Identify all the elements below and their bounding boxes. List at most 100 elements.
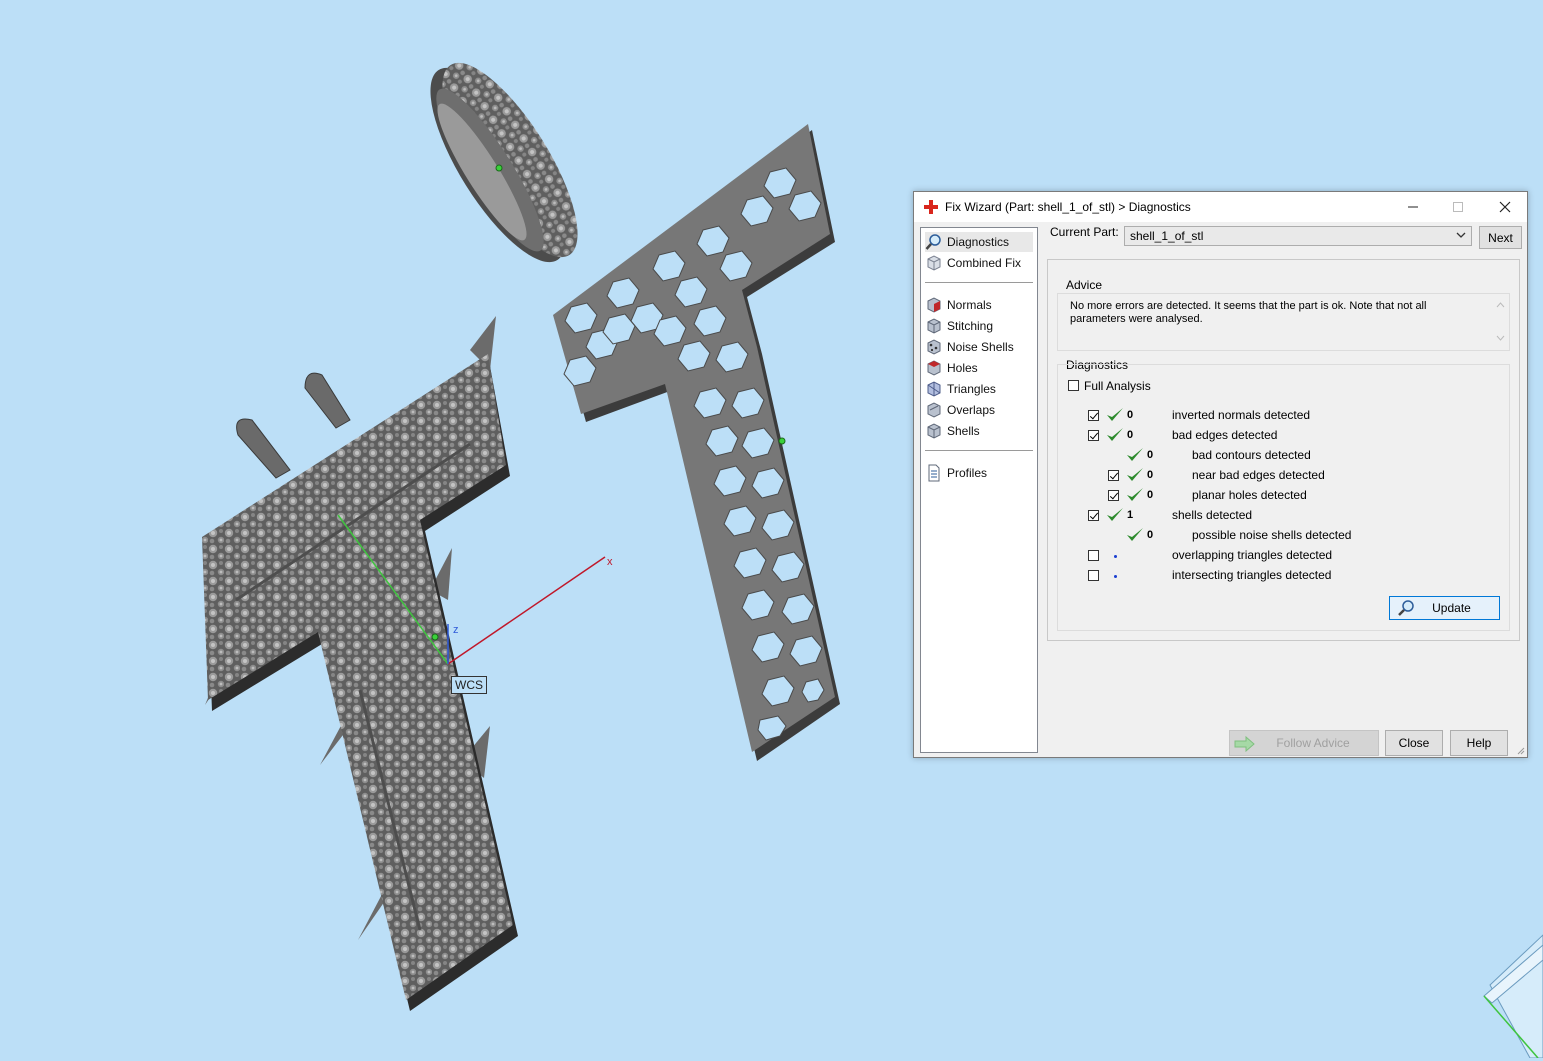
nav-item-label: Shells xyxy=(947,424,980,438)
beaded-part[interactable] xyxy=(202,316,518,1011)
x-axis-label: x xyxy=(607,556,613,568)
diag-checkbox-overlapping-triangles[interactable] xyxy=(1088,550,1099,561)
help-button[interactable]: Help xyxy=(1450,730,1508,756)
follow-advice-label: Follow Advice xyxy=(1276,736,1350,750)
current-part-value: shell_1_of_stl xyxy=(1130,229,1204,243)
follow-advice-button[interactable]: Follow Advice xyxy=(1229,730,1379,756)
green-check-icon xyxy=(1107,428,1123,441)
diag-checkbox-bad-edges[interactable] xyxy=(1088,430,1099,441)
diag-checkbox-near-bad-edges[interactable] xyxy=(1108,470,1119,481)
diag-count: 0 xyxy=(1147,449,1154,461)
diag-label: bad contours detected xyxy=(1192,448,1311,462)
nav-item-holes[interactable]: Holes xyxy=(925,358,1033,378)
nav-item-label: Triangles xyxy=(947,382,996,396)
nav-item-label: Combined Fix xyxy=(947,256,1022,270)
stitching-cube-icon xyxy=(927,318,941,334)
diag-checkbox-intersecting-triangles[interactable] xyxy=(1088,570,1099,581)
diag-checkbox-shells[interactable] xyxy=(1088,510,1099,521)
maximize-icon xyxy=(1452,202,1463,212)
diag-label: intersecting triangles detected xyxy=(1172,568,1332,582)
coordinate-system-label[interactable]: WCS xyxy=(451,676,487,694)
diag-label: shells detected xyxy=(1172,508,1253,522)
resize-grip-icon[interactable] xyxy=(1515,745,1525,755)
shells-cube-icon xyxy=(927,423,941,439)
close-window-button[interactable] xyxy=(1482,192,1527,222)
diag-count: 1 xyxy=(1127,509,1134,521)
green-check-icon xyxy=(1107,408,1123,421)
green-check-icon xyxy=(1127,528,1143,541)
close-icon xyxy=(1499,201,1510,213)
update-label: Update xyxy=(1432,601,1471,615)
diag-checkbox-inverted-normals[interactable] xyxy=(1088,410,1099,421)
minimize-button[interactable] xyxy=(1390,192,1435,222)
nav-separator xyxy=(925,282,1033,283)
green-arrow-icon xyxy=(1234,736,1255,752)
triangles-cube-icon xyxy=(927,381,941,397)
nav-item-profiles[interactable]: Profiles xyxy=(925,463,1033,483)
minimize-icon xyxy=(1407,206,1418,208)
nav-item-diagnostics[interactable]: Diagnostics xyxy=(925,232,1033,252)
green-check-icon xyxy=(1127,488,1143,501)
red-cross-icon xyxy=(923,199,939,215)
not-analysed-dot-icon xyxy=(1114,555,1117,558)
current-part-label: Current Part: xyxy=(1050,225,1119,239)
nav-item-normals[interactable]: Normals xyxy=(925,295,1033,315)
advice-scrollbar[interactable] xyxy=(1492,294,1509,350)
advice-group-title: Advice xyxy=(1066,278,1103,292)
full-analysis-checkbox[interactable] xyxy=(1068,380,1079,391)
nav-item-label: Profiles xyxy=(947,466,988,480)
corner-object[interactable] xyxy=(1483,934,1543,1059)
diag-count: 0 xyxy=(1127,409,1134,421)
nav-item-label: Noise Shells xyxy=(947,340,1014,354)
nav-item-noise-shells[interactable]: Noise Shells xyxy=(925,337,1033,357)
cube-icon xyxy=(927,255,941,271)
nav-item-label: Overlaps xyxy=(947,403,996,417)
fix-wizard-dialog: Fix Wizard (Part: shell_1_of_stl) > Diag… xyxy=(913,191,1528,758)
diag-label: inverted normals detected xyxy=(1172,408,1311,422)
diag-label: overlapping triangles detected xyxy=(1172,548,1333,562)
diag-count: 0 xyxy=(1147,469,1154,481)
document-icon xyxy=(928,464,940,482)
noise-shells-icon xyxy=(927,339,941,355)
nav-item-overlaps[interactable]: Overlaps xyxy=(925,400,1033,420)
nav-item-combined-fix[interactable]: Combined Fix xyxy=(925,253,1033,273)
nav-item-triangles[interactable]: Triangles xyxy=(925,379,1033,399)
full-analysis-label: Full Analysis xyxy=(1084,379,1151,393)
current-part-dropdown[interactable]: shell_1_of_stl xyxy=(1124,226,1472,246)
update-button[interactable]: Update xyxy=(1389,596,1500,620)
nav-item-label: Holes xyxy=(947,361,978,375)
wizard-nav-list: Diagnostics Combined Fix Normals Stitchi… xyxy=(920,227,1038,753)
normals-cube-icon xyxy=(927,297,941,313)
close-button[interactable]: Close xyxy=(1385,730,1443,756)
holes-cube-icon xyxy=(927,360,941,376)
diag-count: 0 xyxy=(1147,489,1154,501)
magnifier-icon xyxy=(925,234,941,250)
advice-box: No more errors are detected. It seems th… xyxy=(1057,293,1510,351)
overlaps-cube-icon xyxy=(927,402,941,418)
not-analysed-dot-icon xyxy=(1114,575,1117,578)
diag-count: 0 xyxy=(1127,429,1134,441)
diag-checkbox-planar-holes[interactable] xyxy=(1108,490,1119,501)
title-bar[interactable]: Fix Wizard (Part: shell_1_of_stl) > Diag… xyxy=(914,192,1527,222)
z-axis-label: z xyxy=(453,624,459,636)
next-button[interactable]: Next xyxy=(1479,226,1522,249)
nav-separator xyxy=(925,450,1033,451)
diag-label: near bad edges detected xyxy=(1192,468,1325,482)
diag-count: 0 xyxy=(1147,529,1154,541)
maximize-button[interactable] xyxy=(1435,192,1480,222)
ring-part[interactable] xyxy=(406,45,601,280)
dialog-title: Fix Wizard (Part: shell_1_of_stl) > Diag… xyxy=(945,200,1191,214)
magnifier-icon xyxy=(1398,600,1414,616)
scroll-arrows-icon xyxy=(1496,302,1505,341)
diag-label: possible noise shells detected xyxy=(1192,528,1352,542)
nav-item-label: Diagnostics xyxy=(947,235,1010,249)
diag-label: bad edges detected xyxy=(1172,428,1278,442)
nav-item-shells[interactable]: Shells xyxy=(925,421,1033,441)
chevron-down-icon xyxy=(1456,232,1466,238)
advice-text: No more errors are detected. It seems th… xyxy=(1070,300,1427,325)
nav-item-label: Normals xyxy=(947,298,992,312)
honeycomb-part[interactable] xyxy=(553,124,840,761)
nav-item-label: Stitching xyxy=(947,319,994,333)
nav-item-stitching[interactable]: Stitching xyxy=(925,316,1033,336)
diag-label: planar holes detected xyxy=(1192,488,1307,502)
